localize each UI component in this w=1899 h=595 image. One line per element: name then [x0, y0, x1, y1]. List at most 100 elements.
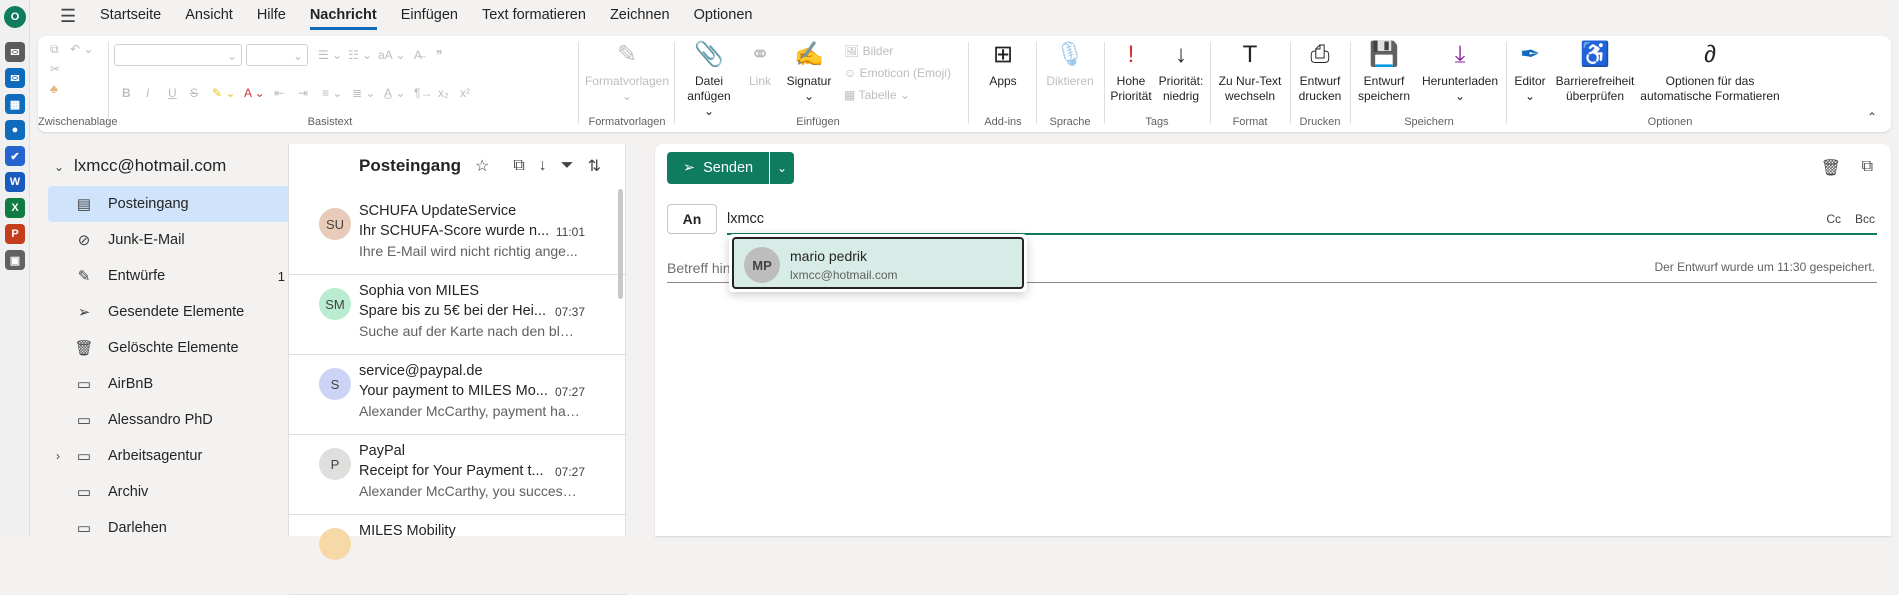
- undo-icon[interactable]: ↶ ⌄: [70, 42, 93, 56]
- dictate-button[interactable]: 🎙 Diktieren: [1040, 40, 1100, 89]
- bullets-icon[interactable]: ☰ ⌄: [318, 48, 342, 62]
- apps-icon[interactable]: ▣: [5, 250, 25, 270]
- subject-input[interactable]: Betreff hin: [667, 260, 731, 276]
- link-button[interactable]: ⚭ Link: [742, 40, 778, 89]
- tab-startseite[interactable]: Startseite: [100, 3, 161, 30]
- folder-item[interactable]: ▭ Alessandro PhD: [48, 402, 293, 438]
- tab-nachricht[interactable]: Nachricht: [309, 3, 377, 30]
- format-painter-icon[interactable]: ♣: [50, 82, 58, 96]
- tab-zeichnen[interactable]: Zeichnen: [610, 3, 670, 30]
- font-family-select[interactable]: ⌄: [114, 44, 242, 66]
- autoformat-options-button[interactable]: ∂ Optionen für das automatische Formatier…: [1640, 40, 1780, 104]
- list-item[interactable]: SM Sophia von MILES Spare bis zu 5€ bei de…: [289, 275, 627, 355]
- folder-item[interactable]: ➢ Gesendete Elemente: [48, 294, 293, 330]
- images-label: Bilder: [862, 44, 894, 58]
- indent-icon[interactable]: ⇥: [298, 86, 308, 100]
- chevron-right-icon[interactable]: ›: [56, 449, 60, 463]
- powerpoint-icon[interactable]: P: [5, 224, 25, 244]
- styles-button[interactable]: ✎ Formatvorlagen ⌄: [584, 40, 670, 104]
- underline-icon[interactable]: U: [168, 86, 177, 100]
- hamburger-menu-icon[interactable]: ☰: [60, 6, 80, 27]
- font-color-icon[interactable]: A ⌄: [244, 86, 265, 100]
- folder-item[interactable]: › ▭ Arbeitsagentur: [48, 438, 293, 474]
- send-button[interactable]: ➢ Senden: [667, 152, 769, 184]
- calendar-icon[interactable]: ▦: [5, 94, 25, 114]
- chevron-down-icon[interactable]: ⌄: [54, 160, 64, 174]
- strikethrough-icon[interactable]: S: [190, 86, 198, 100]
- superscript-icon[interactable]: x²: [460, 86, 470, 100]
- copy-icon[interactable]: ⧉: [50, 42, 59, 57]
- outdent-icon[interactable]: ⇤: [274, 86, 284, 100]
- jump-icon[interactable]: ↓: [539, 157, 547, 175]
- download-button[interactable]: ⤓ Herunterladen ⌄: [1418, 40, 1502, 104]
- plain-text-button[interactable]: T Zu Nur-Text wechseln: [1214, 40, 1286, 104]
- numbering-icon[interactable]: ☷ ⌄: [348, 48, 372, 62]
- folder-item[interactable]: ✎ Entwürfe 1: [48, 258, 293, 294]
- popout-icon[interactable]: ⧉: [1862, 158, 1873, 176]
- images-button[interactable]: 🖼 Bilder: [844, 44, 893, 58]
- highlight-icon[interactable]: ✎ ⌄: [212, 86, 235, 100]
- folder-item[interactable]: ⊘ Junk-E-Mail: [48, 222, 293, 258]
- send-options-button[interactable]: ⌄: [770, 152, 794, 184]
- list-item[interactable]: SU SCHUFA UpdateService Ihr SCHUFA-Score w…: [289, 195, 627, 275]
- low-priority-button[interactable]: ↓ Priorität: niedrig: [1156, 40, 1206, 104]
- outlook-logo-icon[interactable]: O: [4, 6, 26, 28]
- scrollbar[interactable]: [618, 189, 623, 299]
- folder-item[interactable]: ▭ Darlehen: [48, 510, 293, 546]
- apps-button[interactable]: ⊞ Apps: [978, 40, 1028, 89]
- recipient-suggestion-item[interactable]: MP mario pedrik lxmcc@hotmail.com: [732, 237, 1024, 289]
- account-name[interactable]: lxmcc@hotmail.com: [74, 156, 226, 176]
- message-preview: Suche auf der Karte nach den blau...: [359, 323, 581, 339]
- folder-item[interactable]: ▭ AirBnB: [48, 366, 293, 402]
- subscript-icon[interactable]: x₂: [438, 86, 449, 100]
- list-item[interactable]: MILES Mobility: [289, 515, 627, 595]
- cut-icon[interactable]: ✂: [50, 62, 60, 76]
- tab-einfügen[interactable]: Einfügen: [401, 3, 458, 30]
- accessibility-button[interactable]: ♿ Barrierefreiheit überprüfen: [1552, 40, 1638, 104]
- word-icon[interactable]: W: [5, 172, 25, 192]
- bold-icon[interactable]: B: [122, 86, 131, 100]
- tab-optionen[interactable]: Optionen: [694, 3, 753, 30]
- mail-icon[interactable]: ✉: [5, 68, 25, 88]
- filter-icon[interactable]: ⏷: [561, 157, 574, 175]
- tab-hilfe[interactable]: Hilfe: [257, 3, 286, 30]
- text-case-icon[interactable]: aA ⌄: [378, 48, 405, 62]
- line-spacing-icon[interactable]: ≣ ⌄: [352, 86, 375, 100]
- sort-icon[interactable]: ⇅: [588, 156, 601, 176]
- italic-icon[interactable]: I: [146, 86, 149, 100]
- signature-button[interactable]: ✍ Signatur ⌄: [784, 40, 834, 104]
- todo-icon[interactable]: ✔: [5, 146, 25, 166]
- save-draft-button[interactable]: 💾 Entwurf speichern: [1354, 40, 1414, 104]
- favorite-star-icon[interactable]: ☆: [475, 156, 489, 176]
- folder-item[interactable]: 🗑 Gelöschte Elemente: [48, 330, 293, 366]
- people-icon[interactable]: ●: [5, 120, 25, 140]
- emoticon-button[interactable]: ☺ Emoticon (Emoji): [844, 66, 951, 80]
- to-button[interactable]: An: [667, 204, 717, 234]
- collapse-ribbon-icon[interactable]: ⌃: [1867, 110, 1877, 124]
- editor-button[interactable]: ✒ Editor ⌄: [1510, 40, 1550, 104]
- to-input[interactable]: lxmcc: [727, 211, 764, 227]
- quote-icon[interactable]: ❞: [436, 48, 442, 62]
- app-rail: O ✉ ✉ ▦ ● ✔ W X P ▣: [0, 0, 30, 536]
- excel-icon[interactable]: X: [5, 198, 25, 218]
- align-icon[interactable]: ≡ ⌄: [322, 86, 342, 100]
- paragraph-icon[interactable]: A̲ ⌄: [384, 86, 405, 100]
- folder-item[interactable]: ▤ Posteingang: [48, 186, 293, 222]
- print-draft-button[interactable]: ⎙ Entwurf drucken: [1294, 40, 1346, 104]
- bcc-button[interactable]: Bcc: [1855, 212, 1875, 226]
- select-icon[interactable]: ⧉: [513, 157, 524, 175]
- tab-text-formatieren[interactable]: Text formatieren: [482, 3, 586, 30]
- cc-button[interactable]: Cc: [1826, 212, 1841, 226]
- tab-ansicht[interactable]: Ansicht: [185, 3, 233, 30]
- attach-file-button[interactable]: 📎 Datei anfügen ⌄: [684, 40, 734, 119]
- discard-icon[interactable]: 🗑: [1821, 158, 1841, 178]
- table-button[interactable]: ▦ Tabelle ⌄: [844, 88, 910, 102]
- list-item[interactable]: P PayPal Receipt for Your Payment t... 07:2…: [289, 435, 627, 515]
- high-priority-button[interactable]: ! Hohe Priorität: [1108, 40, 1154, 104]
- folder-item[interactable]: ▭ Archiv: [48, 474, 293, 510]
- list-item[interactable]: Sservice@paypal.de Your payment to MILES …: [289, 355, 627, 435]
- clear-format-icon[interactable]: A̶: [414, 48, 422, 62]
- ltr-icon[interactable]: ¶→: [414, 86, 432, 100]
- mail-send-icon[interactable]: ✉: [5, 42, 25, 62]
- font-size-select[interactable]: ⌄: [246, 44, 308, 66]
